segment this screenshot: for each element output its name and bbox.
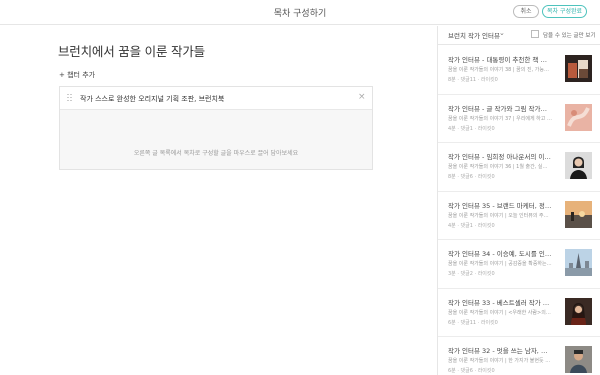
item-meta: 6분 · 댓글11 · 라이킷0: [448, 319, 498, 326]
thumbnail-image: [565, 200, 592, 228]
list-item[interactable]: 작가 인터뷰 - 대통령이 추천한 책 작가 꿈을 이룬 작가들의 이야기 38…: [438, 46, 600, 95]
item-meta: 4분 · 댓글1 · 라이킷0: [448, 222, 495, 229]
filter-checkbox-label[interactable]: 담을 수 있는 글만 보기: [543, 31, 596, 39]
chapter-title[interactable]: 작가 스스로 완성한 오리지널 기획 조판, 브런치북: [80, 94, 224, 104]
item-meta: 3분 · 댓글2 · 라이킷0: [448, 271, 495, 277]
thumbnail-image: [565, 103, 592, 131]
add-chapter-button[interactable]: + 챕터 추가: [59, 70, 95, 80]
book-title[interactable]: 브런치에서 꿈을 이룬 작가들: [58, 41, 205, 60]
item-desc: 꿈을 이룬 작가들의 이야기 36 | 1월 출간, 실제 이야기: [448, 164, 552, 170]
article-list: 작가 인터뷰 - 대통령이 추천한 책 작가 꿈을 이룬 작가들의 이야기 38…: [438, 46, 600, 375]
item-title: 작가 인터뷰 - 임희정 아나운서의 이야기: [448, 153, 552, 161]
item-desc: 꿈을 이룬 작가들의 이야기 | 오늘 인터뷰의 주인공은: [448, 212, 552, 219]
item-meta: 6분 · 댓글6 · 라이킷0: [448, 368, 495, 374]
thumbnail-image: [565, 55, 592, 82]
item-desc: 꿈을 이룬 작가들의 이야기 37 | 우리에게 하고 싶은 이야기: [448, 115, 552, 122]
list-item[interactable]: 작가 인터뷰 32 - 멋을 쓰는 남자, 작가 꿈을 이룬 작가들의 이야기 …: [438, 337, 600, 375]
item-title: 작가 인터뷰 33 - 베스트셀러 작가 이야기: [448, 298, 552, 307]
chapter-drop-hint: 오른쪽 글 목록에서 목차로 구성할 글을 마우스로 끌어 담아보세요: [133, 150, 299, 157]
chevron-down-icon[interactable]: ⌄: [499, 29, 505, 37]
cancel-button[interactable]: 취소: [513, 5, 539, 18]
list-item[interactable]: 작가 인터뷰 - 글 작가와 그림 작가의 만남 꿈을 이룬 작가들의 이야기 …: [438, 95, 600, 143]
item-desc: 꿈을 이룬 작가들의 이야기 | 공감증을 확증하는 도시: [448, 261, 552, 267]
item-desc: 꿈을 이룬 작가들의 이야기 | <우래한 사람>의 저자: [448, 309, 552, 316]
list-item[interactable]: 작가 인터뷰 - 임희정 아나운서의 이야기 꿈을 이룬 작가들의 이야기 36…: [438, 143, 600, 192]
top-bar: 목차 구성하기 취소 목차 구성완료: [0, 0, 600, 25]
list-item[interactable]: 작가 인터뷰 33 - 베스트셀러 작가 이야기 꿈을 이룬 작가들의 이야기 …: [438, 289, 600, 337]
thumbnail-image: [565, 297, 592, 325]
thumbnail-image: [565, 152, 592, 179]
item-meta: 4분 · 댓글1 · 라이킷0: [448, 125, 495, 132]
item-desc: 꿈을 이룬 작가들의 이야기 38 | 꿈의 진, 가능한 이야기: [448, 67, 552, 73]
item-title: 작가 인터뷰 34 - 이승예, 도시를 인터뷰하다: [448, 250, 552, 258]
sidebar-header: 브런치 작가 인터뷰 ⌄ 담을 수 있는 글만 보기: [438, 26, 600, 45]
item-title: 작가 인터뷰 - 글 작가와 그림 작가의 만남: [448, 104, 552, 113]
drag-handle-icon[interactable]: [67, 94, 73, 103]
complete-toc-button[interactable]: 목차 구성완료: [542, 5, 587, 18]
item-meta: 8분 · 댓글6 · 라이킷0: [448, 174, 495, 180]
article-sidebar: 브런치 작가 인터뷰 ⌄ 담을 수 있는 글만 보기 작가 인터뷰 - 대통령이…: [437, 26, 600, 375]
thumbnail-image: [565, 346, 592, 373]
item-title: 작가 인터뷰 35 - 브랜드 마케터, 정혜윤: [448, 201, 552, 210]
item-desc: 꿈을 이룬 작가들의 이야기 | 한 가지가 불현듯 떠오른다: [448, 358, 552, 364]
item-title: 작가 인터뷰 - 대통령이 추천한 책 작가: [448, 56, 552, 64]
toc-editor: 브런치에서 꿈을 이룬 작가들 + 챕터 추가 작가 스스로 완성한 오리지널 …: [0, 26, 437, 375]
chapter-box[interactable]: 작가 스스로 완성한 오리지널 기획 조판, 브런치북 × 오른쪽 글 목록에서…: [59, 86, 373, 170]
chapter-header: 작가 스스로 완성한 오리지널 기획 조판, 브런치북 ×: [60, 87, 372, 110]
item-meta: 8분 · 댓글11 · 라이킷0: [448, 77, 498, 83]
filter-checkbox[interactable]: [531, 30, 539, 38]
list-item[interactable]: 작가 인터뷰 35 - 브랜드 마케터, 정혜윤 꿈을 이룬 작가들의 이야기 …: [438, 192, 600, 240]
drawer-select[interactable]: 브런치 작가 인터뷰: [448, 30, 500, 40]
list-item[interactable]: 작가 인터뷰 34 - 이승예, 도시를 인터뷰하다 꿈을 이룬 작가들의 이야…: [438, 240, 600, 289]
page-title: 목차 구성하기: [273, 9, 327, 19]
close-icon[interactable]: ×: [358, 92, 366, 102]
item-title: 작가 인터뷰 32 - 멋을 쓰는 남자, 작가: [448, 347, 552, 355]
thumbnail-image: [565, 249, 592, 276]
